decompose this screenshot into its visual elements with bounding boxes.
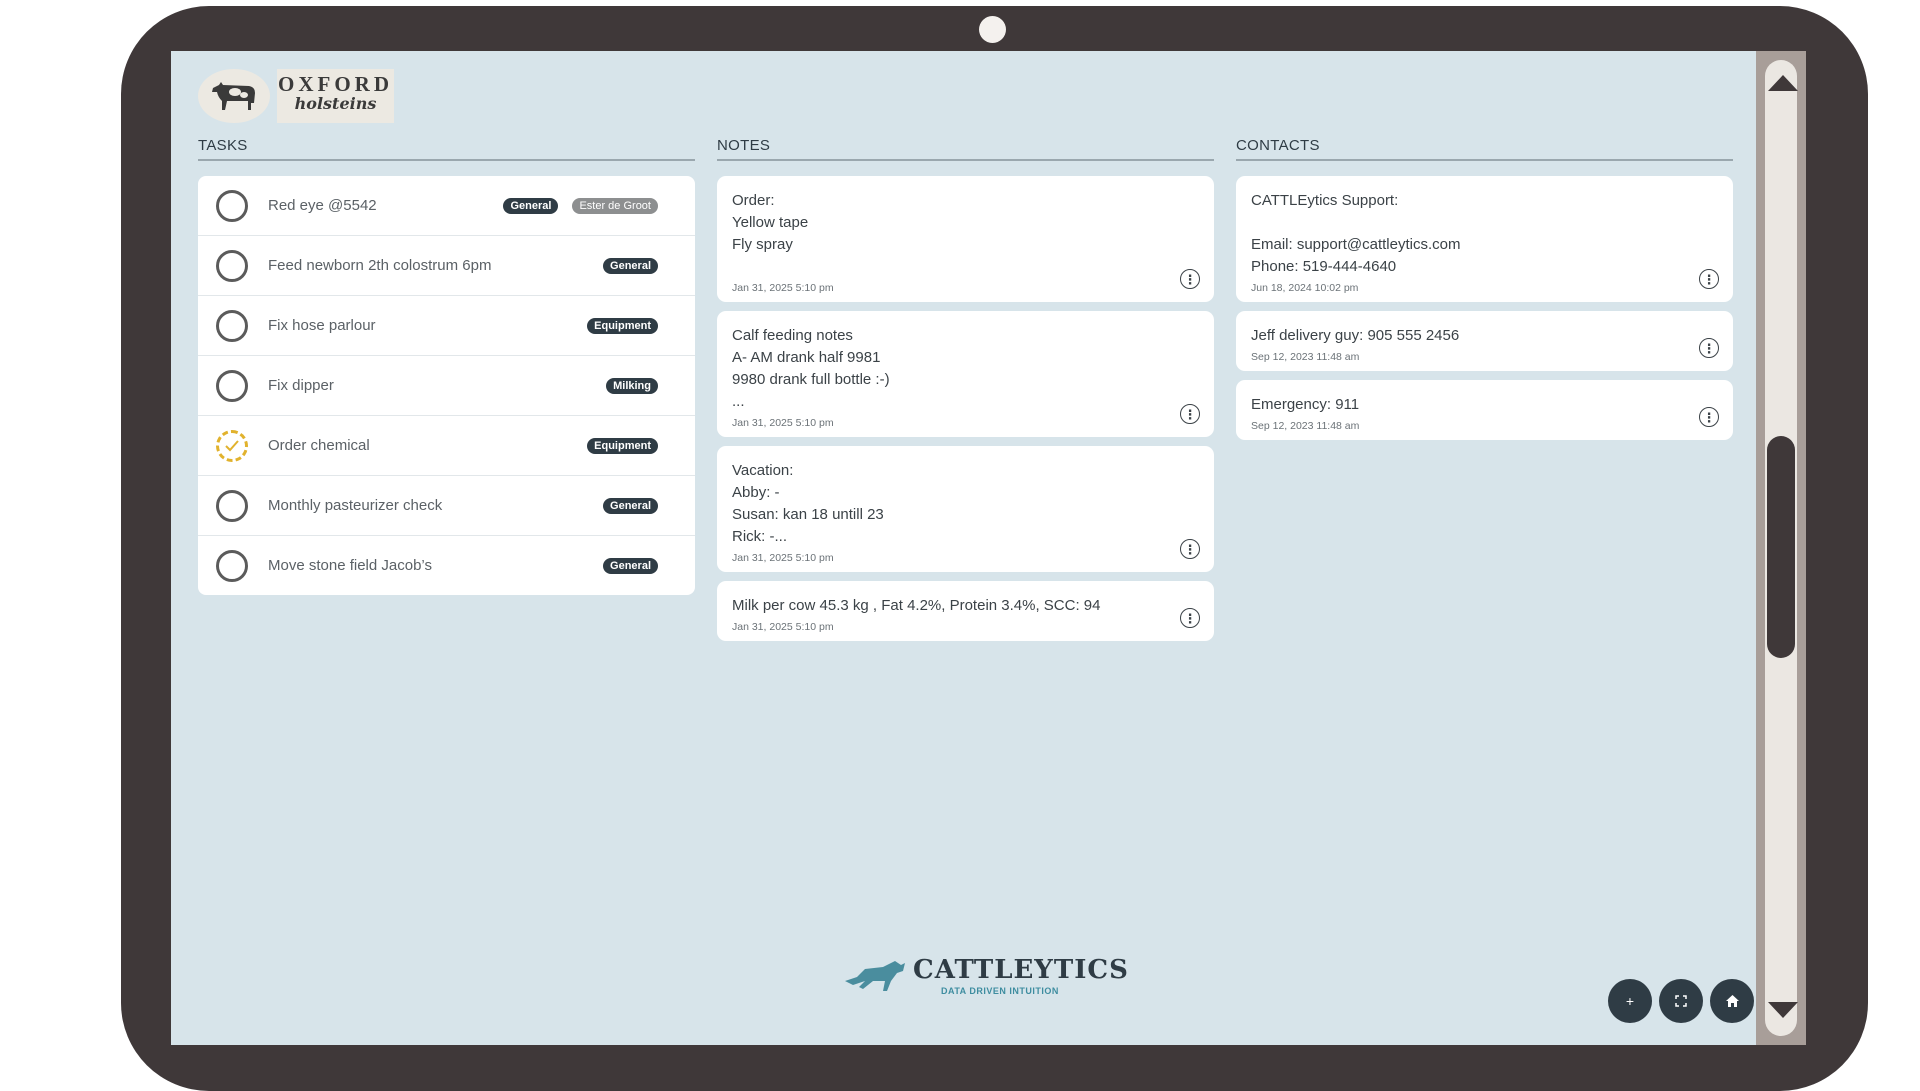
task-checkbox-checked[interactable] — [216, 429, 248, 462]
card-text-line: Email: support@cattleytics.com — [1251, 236, 1461, 253]
card-text-line: Fly spray — [732, 236, 793, 253]
category-badge: Equipment — [587, 437, 658, 454]
contacts-heading: CONTACTS — [1236, 137, 1733, 161]
tasks-column: TASKS Red eye @5542 General Ester de Groot… — [198, 137, 695, 595]
farm-logo: OXFORD holsteins — [277, 69, 394, 123]
card-timestamp: Jun 18, 2024 10:02 pm — [1251, 282, 1359, 294]
more-options-icon[interactable]: ⋮ — [1699, 269, 1719, 289]
category-badge: General — [603, 557, 658, 574]
fullscreen-icon — [1675, 995, 1687, 1007]
fullscreen-button[interactable] — [1659, 979, 1703, 1023]
card-text-line: Vacation: — [732, 462, 794, 479]
card-text-line: A- AM drank half 9981 — [732, 349, 881, 366]
category-badge: Milking — [606, 377, 658, 394]
card-text-line: Order: — [732, 192, 775, 209]
task-label: Order chemical — [268, 437, 370, 454]
card-text-line: Calf feeding notes — [732, 327, 853, 344]
note-card[interactable]: Order: Yellow tape Fly spray Jan 31, 2025 5… — [717, 176, 1214, 302]
scroll-down-arrow-icon[interactable] — [1768, 1002, 1798, 1018]
card-text-line: ... — [732, 393, 745, 410]
home-icon — [1725, 995, 1739, 1007]
card-text-line: Yellow tape — [732, 214, 809, 231]
card-text-line: Emergency: 911 — [1251, 396, 1360, 413]
task-label: Red eye @5542 — [268, 197, 377, 214]
card-timestamp: Jan 31, 2025 5:10 pm — [732, 552, 834, 564]
task-row[interactable]: Feed newborn 2th colostrum 6pm General — [198, 236, 695, 296]
card-text-line — [1251, 212, 1718, 234]
plus-icon: + — [1625, 993, 1635, 1009]
cow-logo-icon — [198, 69, 270, 123]
contact-card[interactable]: Emergency: 911 Sep 12, 2023 11:48 am ⋮ — [1236, 380, 1733, 440]
task-checkbox[interactable] — [216, 549, 248, 582]
task-row[interactable]: Move stone field Jacob’s General — [198, 536, 695, 595]
card-text-line: Phone: 519-444-4640 — [1251, 258, 1397, 275]
cattleytics-logo: CATTLEYTICS DATA DRIVEN INTUITION — [843, 953, 1128, 1003]
more-options-icon[interactable]: ⋮ — [1180, 539, 1200, 559]
contact-card[interactable]: Jeff delivery guy: 905 555 2456 Sep 12, 2… — [1236, 311, 1733, 371]
note-card[interactable]: Vacation: Abby: - Susan: kan 18 untill 23 R… — [717, 446, 1214, 572]
note-card[interactable]: Milk per cow 45.3 kg , Fat 4.2%, Protein… — [717, 581, 1214, 641]
scroll-up-arrow-icon[interactable] — [1768, 75, 1798, 91]
scrollbar-thumb[interactable] — [1767, 436, 1795, 658]
task-checkbox[interactable] — [216, 309, 248, 342]
category-badge: Equipment — [587, 317, 658, 334]
card-text-line: 9980 drank full bottle :-) — [732, 371, 890, 388]
task-checkbox[interactable] — [216, 249, 248, 282]
notes-heading: NOTES — [717, 137, 1214, 161]
card-text-line: CATTLEytics Support: — [1251, 192, 1399, 209]
add-button[interactable]: + — [1608, 979, 1652, 1023]
task-label: Fix hose parlour — [268, 317, 376, 334]
card-timestamp: Sep 12, 2023 11:48 am — [1251, 351, 1360, 363]
notes-list: Order: Yellow tape Fly spray Jan 31, 2025 5… — [717, 176, 1214, 641]
contacts-list: CATTLEytics Support: Email: support@cattl… — [1236, 176, 1733, 440]
task-checkbox[interactable] — [216, 489, 248, 522]
category-badge: General — [603, 257, 658, 274]
cattleytics-tagline: DATA DRIVEN INTUITION — [941, 986, 1059, 996]
card-timestamp: Jan 31, 2025 5:10 pm — [732, 417, 834, 429]
task-checkbox[interactable] — [216, 369, 248, 402]
tasks-heading: TASKS — [198, 137, 695, 161]
more-options-icon[interactable]: ⋮ — [1180, 269, 1200, 289]
task-row[interactable]: Fix dipper Milking — [198, 356, 695, 416]
task-row[interactable]: Fix hose parlour Equipment — [198, 296, 695, 356]
task-row[interactable]: Order chemical Equipment — [198, 416, 695, 476]
contact-card[interactable]: CATTLEytics Support: Email: support@cattl… — [1236, 176, 1733, 302]
more-options-icon[interactable]: ⋮ — [1180, 404, 1200, 424]
task-row[interactable]: Monthly pasteurizer check General — [198, 476, 695, 536]
check-icon — [225, 439, 239, 451]
card-timestamp: Sep 12, 2023 11:48 am — [1251, 420, 1360, 432]
more-options-icon[interactable]: ⋮ — [1699, 407, 1719, 427]
category-badge: General — [503, 197, 559, 214]
note-card[interactable]: Calf feeding notes A- AM drank half 9981 9… — [717, 311, 1214, 437]
task-label: Move stone field Jacob’s — [268, 557, 432, 574]
task-list: Red eye @5542 General Ester de Groot Feed n… — [198, 176, 695, 595]
card-text-line: Rick: -... — [732, 528, 787, 545]
task-label: Monthly pasteurizer check — [268, 497, 443, 514]
assignee-badge: Ester de Groot — [572, 197, 658, 214]
card-text-line — [732, 256, 1199, 278]
running-cow-icon — [845, 961, 905, 991]
task-label: Fix dipper — [268, 377, 334, 394]
card-text-line: Abby: - — [732, 484, 780, 501]
home-button[interactable] — [1710, 979, 1754, 1023]
card-timestamp: Jan 31, 2025 5:10 pm — [732, 282, 834, 294]
card-timestamp: Jan 31, 2025 5:10 pm — [732, 621, 834, 633]
card-text-line: Susan: kan 18 untill 23 — [732, 506, 884, 523]
card-text-line: Milk per cow 45.3 kg , Fat 4.2%, Protein… — [732, 597, 1101, 614]
card-text-line: Jeff delivery guy: 905 555 2456 — [1251, 327, 1460, 344]
notes-column: NOTES Order: Yellow tape Fly spray Jan 31, … — [717, 137, 1214, 650]
contacts-column: CONTACTS CATTLEytics Support: Email: supp… — [1236, 137, 1733, 449]
camera-icon — [979, 16, 1006, 43]
task-row[interactable]: Red eye @5542 General Ester de Groot — [198, 176, 695, 236]
more-options-icon[interactable]: ⋮ — [1180, 608, 1200, 628]
cattleytics-wordmark: CATTLEYTICS — [913, 955, 1129, 985]
task-label: Feed newborn 2th colostrum 6pm — [268, 257, 492, 274]
more-options-icon[interactable]: ⋮ — [1699, 338, 1719, 358]
task-checkbox[interactable] — [216, 189, 248, 222]
category-badge: General — [603, 497, 658, 514]
app-screen: OXFORD holsteins TASKS Red eye @5542 Gene… — [171, 51, 1764, 1045]
